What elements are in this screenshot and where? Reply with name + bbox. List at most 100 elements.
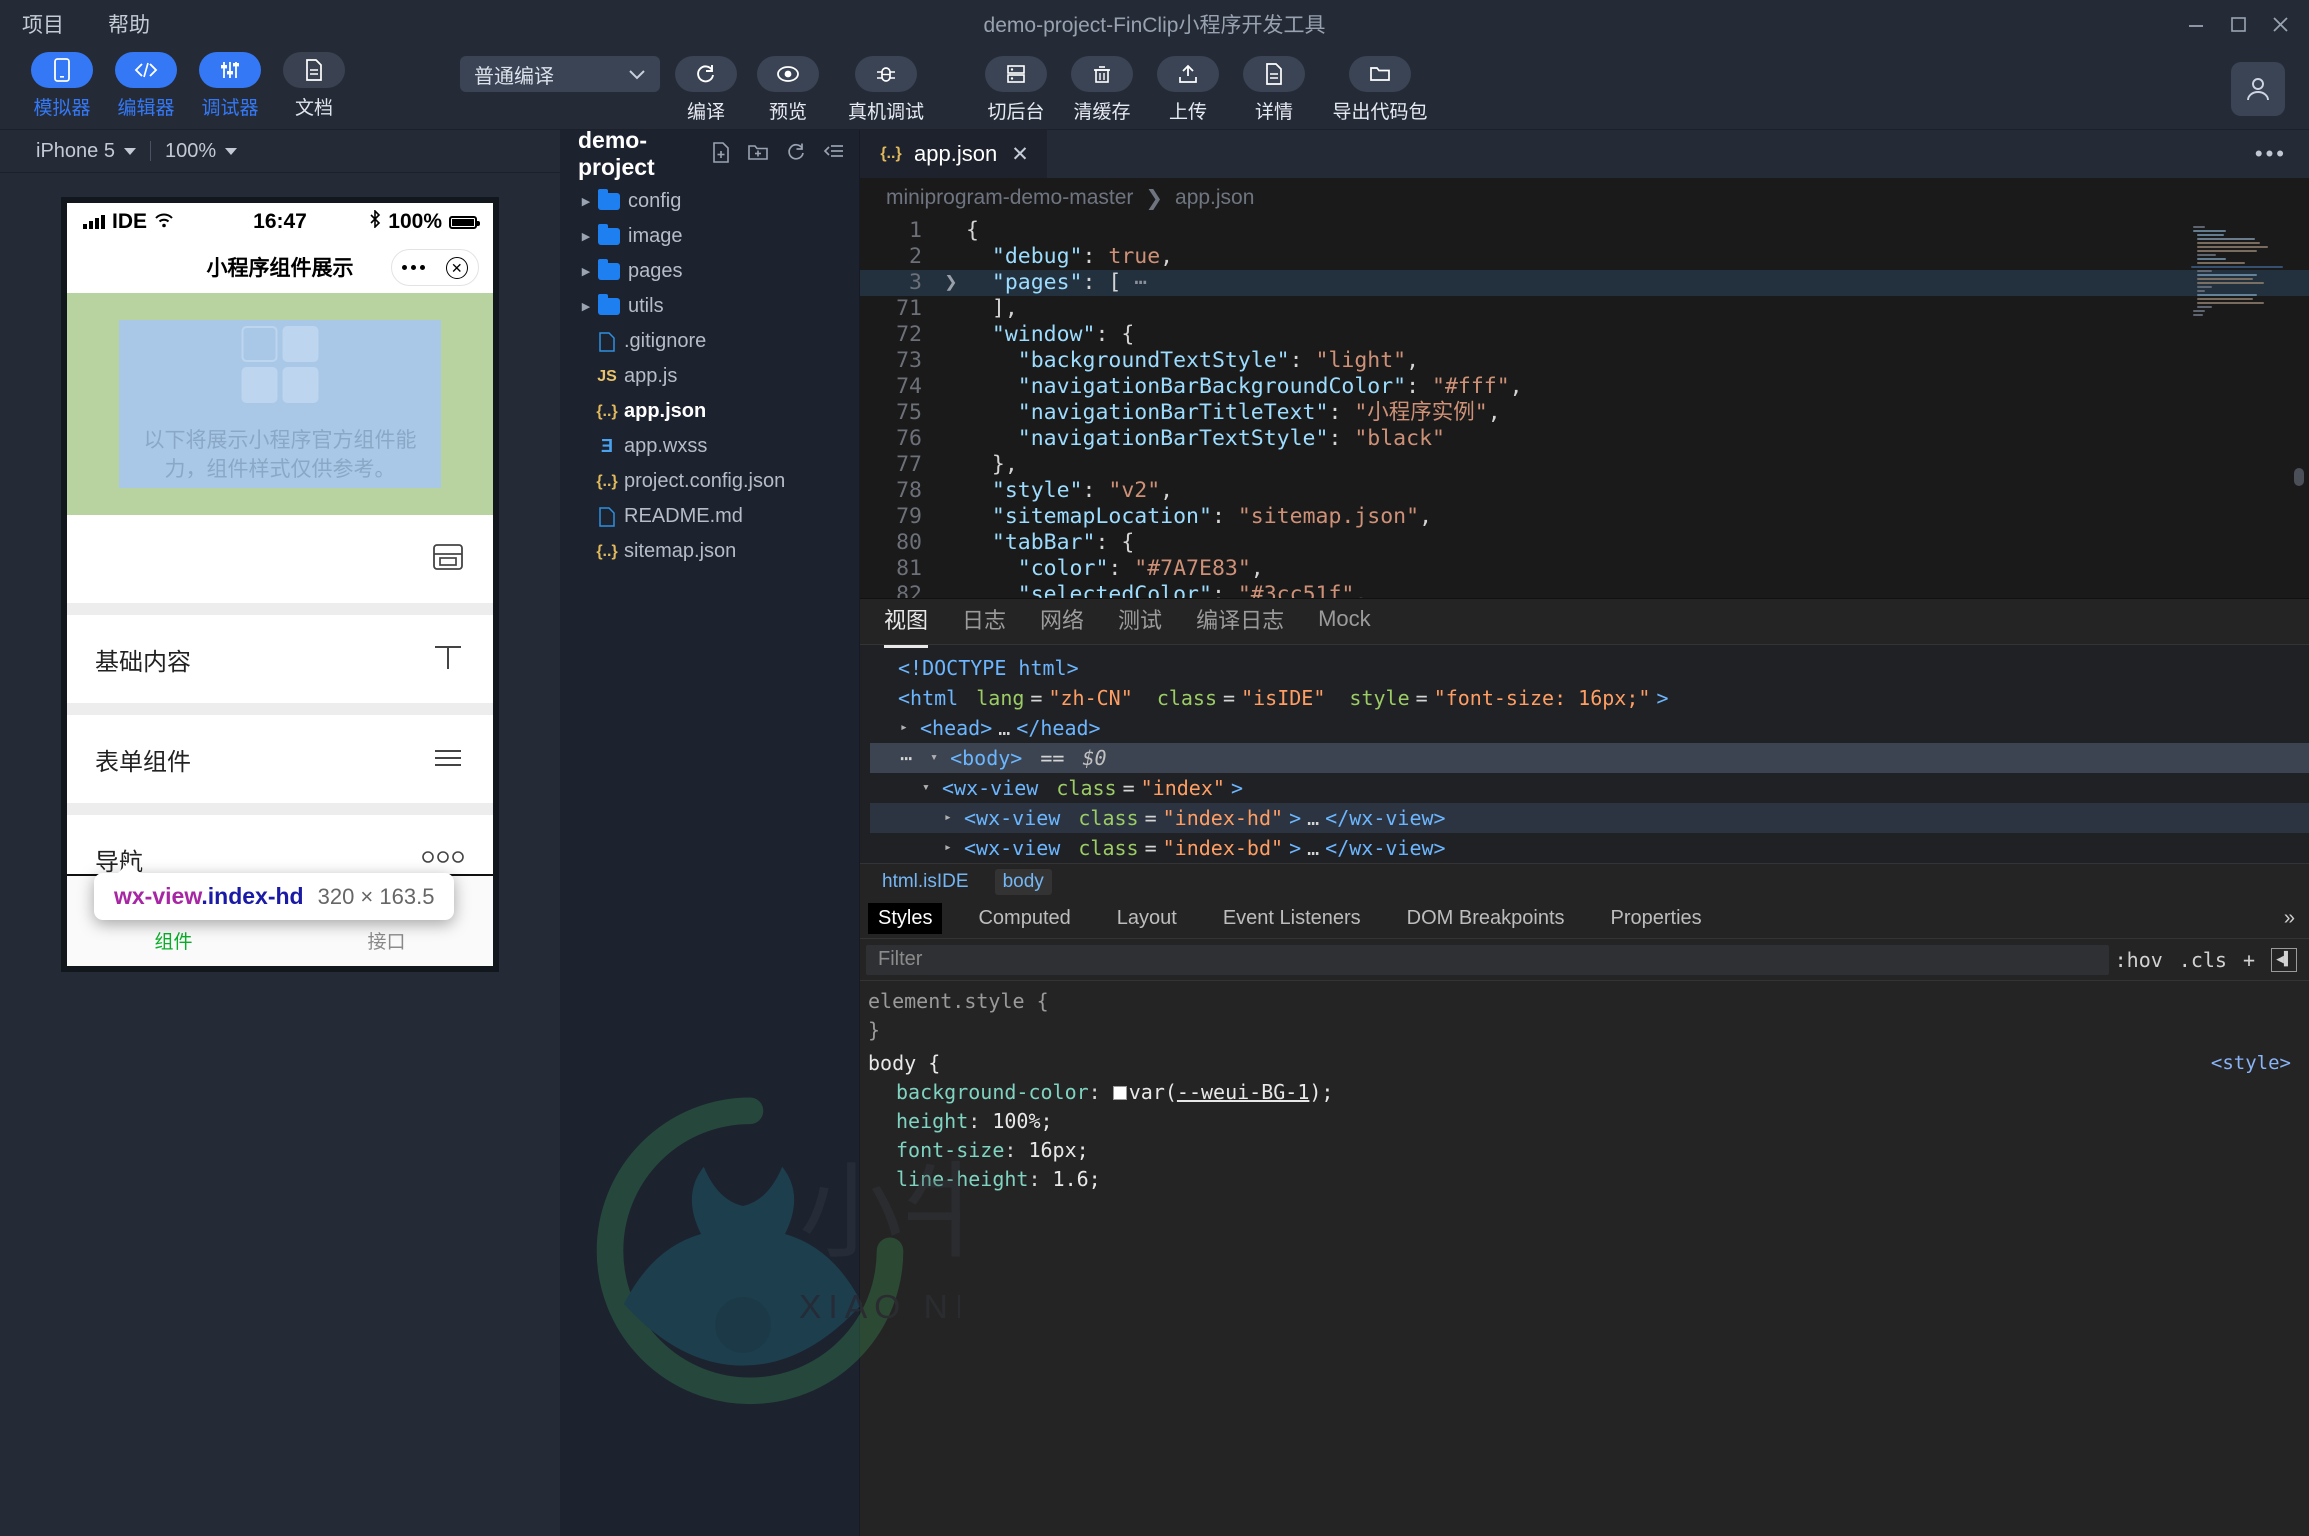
tree-item-sitemap-json[interactable]: {..} sitemap.json	[560, 534, 859, 569]
action-export-package-label: 导出代码包	[1332, 102, 1428, 123]
user-icon[interactable]	[2231, 62, 2285, 116]
tree-item-config[interactable]: ▶ config	[560, 184, 859, 219]
dom-node[interactable]: ▸ <wx-view class = "index-bd" >… </wx-view>	[870, 833, 2309, 863]
dom-node[interactable]: ▸ <head>… </head>	[870, 713, 2309, 743]
decl-background-color[interactable]: background-color: var(--weui-BG-1);	[868, 1078, 2309, 1107]
zoom-select[interactable]: 100%	[151, 140, 251, 163]
breadcrumb-file[interactable]: app.json	[1175, 186, 1254, 210]
styles-tab-computed[interactable]: Computed	[968, 903, 1080, 934]
detail-icon	[1243, 56, 1305, 92]
dom-node[interactable]: <!DOCTYPE html>	[870, 653, 2309, 683]
action-export-package[interactable]: 导出代码包	[1322, 56, 1438, 124]
disclosure-triangle-icon[interactable]: ▸	[944, 833, 958, 863]
mode-debugger[interactable]: 调试器	[194, 52, 266, 120]
rule-source[interactable]: <style>	[2211, 1049, 2291, 1078]
mode-editor[interactable]: 编辑器	[110, 52, 182, 120]
mode-docs[interactable]: 文档	[278, 52, 350, 120]
tree-item-project-config-json[interactable]: {..} project.config.json	[560, 464, 859, 499]
minimize-icon[interactable]	[2177, 7, 2215, 41]
decl-line-height[interactable]: line-height: 1.6;	[868, 1165, 2309, 1194]
styles-tab-layout[interactable]: Layout	[1107, 903, 1187, 934]
devtools-tab-log[interactable]: 日志	[962, 603, 1006, 641]
dom-node[interactable]: ▸ <wx-view class = "index-hd" >… </wx-view>	[870, 803, 2309, 833]
action-clear-cache[interactable]: 清缓存	[1064, 56, 1140, 124]
action-details[interactable]: 详情	[1236, 56, 1312, 124]
color-swatch[interactable]	[1112, 1086, 1127, 1100]
dom-tree[interactable]: <!DOCTYPE html> <html lang = "zh-CN" class =…	[860, 645, 2309, 863]
close-icon[interactable]: ✕	[445, 256, 468, 279]
dom-node[interactable]: ▾ <wx-view class = "index" >	[870, 773, 2309, 803]
devtools-tab-network[interactable]: 网络	[1040, 603, 1084, 641]
dom-node[interactable]: ⋯ ▾ <body> == $0	[870, 743, 2309, 773]
close-icon[interactable]: ✕	[1011, 142, 1029, 167]
styles-tab-event-listeners[interactable]: Event Listeners	[1213, 903, 1371, 934]
close-icon[interactable]	[2261, 7, 2299, 41]
disclosure-triangle-icon[interactable]: ▸	[944, 803, 958, 833]
code-editor[interactable]: 1{2 "debug": true, 3 ❯ "pages": [ ⋯ 71 ], 72…	[860, 218, 2309, 598]
refresh-icon[interactable]	[785, 141, 807, 168]
dom-more-icon[interactable]: ⋯	[900, 743, 924, 773]
chevron-right-icon[interactable]: ▶	[578, 265, 594, 278]
disclosure-triangle-icon[interactable]: ▾	[930, 743, 944, 773]
kind-item-2[interactable]: 表单组件	[67, 715, 493, 803]
tree-item-label: sitemap.json	[624, 540, 737, 562]
fold-arrow-icon[interactable]: ❯	[936, 270, 966, 296]
tree-item-gitignore[interactable]: .gitignore	[560, 324, 859, 359]
add-rule-button[interactable]: +	[2243, 948, 2255, 972]
dom-crumb-body[interactable]: body	[994, 868, 1052, 895]
editor-tab-app-json[interactable]: {..} app.json ✕	[860, 130, 1047, 178]
kind-item-1[interactable]: 基础内容	[67, 615, 493, 703]
action-preview[interactable]: 预览	[752, 56, 824, 124]
chevron-right-icon[interactable]: ▶	[578, 300, 594, 313]
tree-item-readme-md[interactable]: README.md	[560, 499, 859, 534]
chevron-right-icon[interactable]: ▶	[578, 195, 594, 208]
styles-filter-input[interactable]: Filter	[866, 944, 2109, 975]
more-dots-icon[interactable]	[402, 265, 426, 270]
cls-toggle[interactable]: .cls	[2179, 948, 2227, 972]
chevron-right-icon[interactable]: ▶	[578, 230, 594, 243]
action-background[interactable]: 切后台	[978, 56, 1054, 124]
tree-item-utils[interactable]: ▶ utils	[560, 289, 859, 324]
hov-toggle[interactable]: :hov	[2115, 948, 2163, 972]
rule-selector[interactable]: body {	[868, 1051, 940, 1075]
device-select[interactable]: iPhone 5	[22, 140, 150, 163]
devtools-tab-mock[interactable]: Mock	[1318, 606, 1371, 638]
styles-overflow-icon[interactable]: »	[2284, 907, 2309, 930]
styles-tab-properties[interactable]: Properties	[1601, 903, 1712, 934]
action-device-debug[interactable]: 真机调试	[834, 56, 938, 124]
new-folder-icon[interactable]	[747, 141, 769, 168]
devtools-tab-test[interactable]: 测试	[1118, 603, 1162, 641]
tree-item-app-json[interactable]: {..} app.json	[560, 394, 859, 429]
new-file-icon[interactable]	[711, 141, 731, 168]
styles-tab-dom-breakpoints[interactable]: DOM Breakpoints	[1397, 903, 1575, 934]
rule-selector[interactable]: element.style {	[868, 987, 2309, 1016]
code-minimap[interactable]	[2191, 226, 2287, 456]
dom-node[interactable]: <html lang = "zh-CN" class = "isIDE" style = "…	[870, 683, 2309, 713]
devtools-tab-view[interactable]: 视图	[884, 603, 929, 648]
editor-scrollbar[interactable]	[2291, 218, 2307, 598]
dom-crumb-html[interactable]: html.isIDE	[874, 869, 977, 895]
collapse-all-icon[interactable]	[823, 141, 845, 168]
mode-simulator[interactable]: 模拟器	[26, 52, 98, 120]
action-upload[interactable]: 上传	[1150, 56, 1226, 124]
tree-item-pages[interactable]: ▶ pages	[560, 254, 859, 289]
action-compile[interactable]: 编译	[670, 56, 742, 124]
tree-item-app-wxss[interactable]: Ǝ app.wxss	[560, 429, 859, 464]
capsule-menu[interactable]: ✕	[391, 249, 479, 286]
kind-item-0[interactable]	[67, 515, 493, 603]
compile-mode-select[interactable]: 普通编译	[460, 56, 660, 92]
tree-item-image[interactable]: ▶ image	[560, 219, 859, 254]
menu-item-project[interactable]: 项目	[14, 6, 72, 42]
disclosure-triangle-icon[interactable]: ▾	[922, 773, 936, 803]
toggle-sidebar-icon[interactable]: ◀▌	[2271, 947, 2297, 972]
disclosure-triangle-icon[interactable]: ▸	[900, 713, 914, 743]
decl-height[interactable]: height: 100%;	[868, 1107, 2309, 1136]
breadcrumb-root[interactable]: miniprogram-demo-master	[886, 186, 1133, 210]
editor-more-icon[interactable]: •••	[2255, 130, 2309, 178]
tree-item-app-js[interactable]: JS app.js	[560, 359, 859, 394]
maximize-icon[interactable]	[2219, 7, 2257, 41]
devtools-tab-compile-log[interactable]: 编译日志	[1196, 603, 1284, 641]
decl-font-size[interactable]: font-size: 16px;	[868, 1136, 2309, 1165]
styles-tab-styles[interactable]: Styles	[868, 903, 943, 934]
menu-item-help[interactable]: 帮助	[100, 6, 158, 42]
